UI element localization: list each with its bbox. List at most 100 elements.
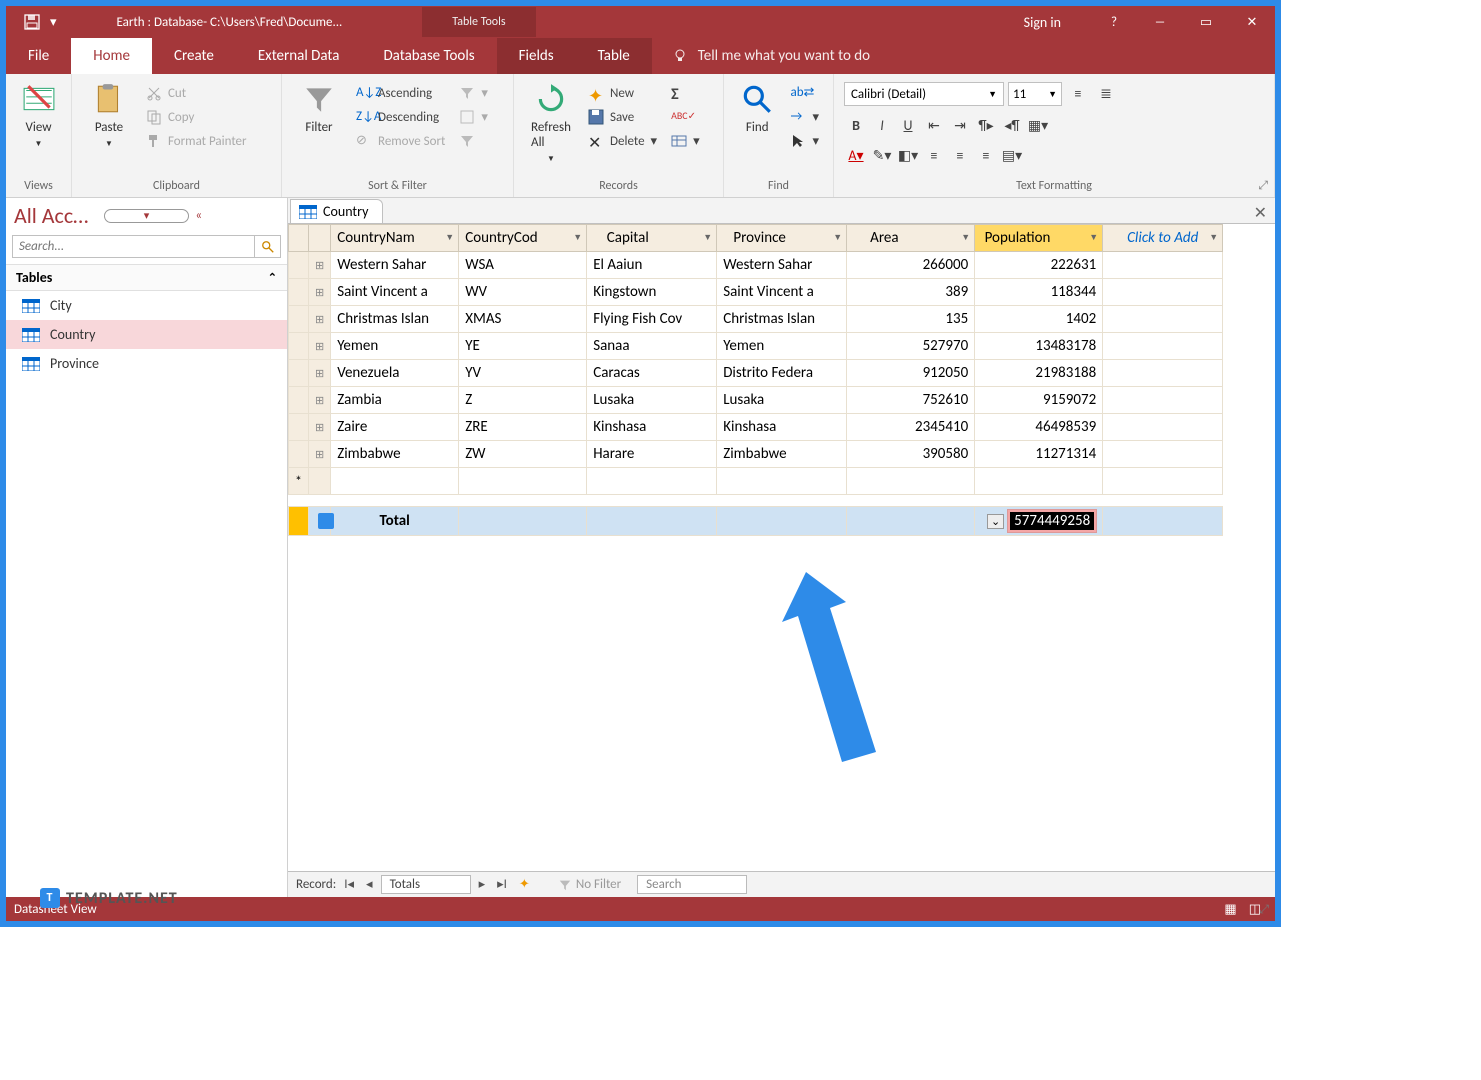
minimize-button[interactable]: ― — [1137, 6, 1183, 38]
totals-row[interactable]: Total⌄5774449258 — [289, 507, 1223, 536]
table-row[interactable]: ⊞YemenYESanaaYemen52797013483178 — [289, 333, 1223, 360]
fill-color-button[interactable]: ◧▾ — [896, 144, 920, 166]
refresh-all-button[interactable]: Refresh All▼ — [524, 78, 578, 164]
close-button[interactable]: ✕ — [1229, 6, 1275, 38]
tab-fields[interactable]: Fields — [497, 38, 576, 74]
filter-indicator[interactable]: No Filter — [558, 877, 621, 892]
table-row[interactable]: ⊞Western SaharWSAEl AaiunWestern Sahar26… — [289, 252, 1223, 279]
col-province[interactable]: Province▼ — [717, 225, 847, 252]
font-size-select[interactable]: 11▼ — [1008, 82, 1062, 106]
format-painter-button[interactable]: Format Painter — [142, 130, 251, 152]
bullets-icon[interactable]: ≡ — [1066, 82, 1090, 104]
new-record-button[interactable]: ✦New — [584, 82, 661, 104]
tab-database-tools[interactable]: Database Tools — [361, 38, 496, 74]
align-left-icon[interactable]: ≡ — [922, 144, 946, 166]
nav-item-country[interactable]: Country — [6, 320, 287, 349]
col-population[interactable]: Population▼ — [975, 225, 1103, 252]
tab-file[interactable]: File — [6, 38, 71, 74]
nav-title[interactable]: All Access Obje... — [14, 202, 98, 229]
tell-me-search[interactable]: Tell me what you want to do — [652, 38, 870, 74]
copy-button[interactable]: Copy — [142, 106, 251, 128]
sort-asc-button[interactable]: A↓ZAscending — [352, 82, 449, 104]
goto-button[interactable]: →▾ — [786, 106, 823, 128]
last-record-button[interactable]: ▸I — [493, 877, 511, 892]
close-tab-icon[interactable]: ✕ — [1246, 203, 1275, 223]
delete-record-button[interactable]: ✕Delete ▾ — [584, 130, 661, 152]
nav-dropdown-icon[interactable]: ▾ — [104, 209, 190, 223]
filter-button[interactable]: Filter — [292, 78, 346, 135]
next-record-button[interactable]: ▸ — [475, 877, 490, 892]
table-row[interactable]: ⊞Christmas IslanXMASFlying Fish CovChris… — [289, 306, 1223, 333]
table-row[interactable]: ⊞ZimbabweZWHarareZimbabwe39058011271314 — [289, 441, 1223, 468]
replace-button[interactable]: ab⇄ — [786, 82, 823, 104]
alt-row-icon[interactable]: ▤▾ — [1000, 144, 1024, 166]
data-table[interactable]: CountryNam▼ CountryCod▼ Capital▼ Provinc… — [288, 224, 1223, 536]
paste-button[interactable]: Paste▼ — [82, 78, 136, 149]
ribbon: View▼ Views Paste▼ Cut Copy Format Paint… — [6, 74, 1275, 198]
nav-collapse-icon[interactable]: « — [195, 208, 279, 223]
record-search-input[interactable]: Search — [637, 875, 747, 894]
save-record-button[interactable]: Save — [584, 106, 661, 128]
select-button[interactable]: ▾ — [786, 130, 823, 152]
save-icon[interactable] — [24, 14, 40, 30]
gridlines-icon[interactable]: ▦▾ — [1026, 114, 1050, 136]
numbering-icon[interactable]: ≣ — [1094, 82, 1118, 104]
new-record-nav-button[interactable]: ✦ — [515, 877, 534, 892]
tab-home[interactable]: Home — [71, 38, 152, 74]
table-row[interactable]: ⊞VenezuelaYVCaracasDistrito Federa912050… — [289, 360, 1223, 387]
signin-link[interactable]: Sign in — [994, 14, 1091, 31]
nav-item-city[interactable]: City — [6, 291, 287, 320]
spelling-button[interactable]: ABC✓ — [667, 106, 704, 128]
toggle-filter-icon[interactable] — [455, 130, 492, 152]
table-row[interactable]: ⊞ZaireZREKinshasaKinshasa234541046498539 — [289, 414, 1223, 441]
nav-item-province[interactable]: Province — [6, 349, 287, 378]
maximize-button[interactable]: ▭ — [1183, 6, 1229, 38]
nav-group-tables[interactable]: Tables ⌃ — [6, 264, 287, 291]
highlight-button[interactable]: ✎▾ — [870, 144, 894, 166]
col-area[interactable]: Area▼ — [847, 225, 975, 252]
clipboard-launcher-icon[interactable]: ⤢ — [1259, 903, 1269, 917]
table-icon — [299, 205, 317, 219]
new-record-row[interactable]: * — [289, 468, 1223, 495]
tab-external-data[interactable]: External Data — [236, 38, 362, 74]
nav-search-button[interactable] — [255, 235, 281, 258]
bold-button[interactable]: B — [844, 114, 868, 136]
col-countrycode[interactable]: CountryCod▼ — [459, 225, 587, 252]
document-tab-country[interactable]: Country — [290, 199, 383, 223]
first-record-button[interactable]: I◂ — [340, 877, 358, 892]
rtl-icon[interactable]: ◂¶ — [1000, 114, 1024, 136]
align-right-icon[interactable]: ≡ — [974, 144, 998, 166]
col-add[interactable]: Click to Add▼ — [1103, 225, 1223, 252]
help-button[interactable]: ? — [1091, 6, 1137, 38]
font-name-select[interactable]: Calibri (Detail)▼ — [844, 82, 1004, 106]
tab-create[interactable]: Create — [152, 38, 236, 74]
sort-desc-button[interactable]: Z↓ADescending — [352, 106, 449, 128]
remove-sort-button[interactable]: ⊘Remove Sort — [352, 130, 449, 152]
indent-left-icon[interactable]: ⇤ — [922, 114, 946, 136]
table-row[interactable]: ⊞Saint Vincent aWVKingstownSaint Vincent… — [289, 279, 1223, 306]
italic-button[interactable]: I — [870, 114, 894, 136]
font-color-button[interactable]: A▾ — [844, 144, 868, 166]
collapse-icon: ⌃ — [268, 271, 277, 284]
tab-table[interactable]: Table — [576, 38, 652, 74]
view-button[interactable]: View▼ — [16, 78, 61, 149]
prev-record-button[interactable]: ◂ — [362, 877, 377, 892]
record-position-input[interactable]: Totals — [381, 875, 471, 894]
textfmt-launcher-icon[interactable]: ⤢ — [1258, 179, 1268, 193]
find-button[interactable]: Find — [734, 78, 780, 135]
advanced-filter-icon[interactable]: ▾ — [455, 106, 492, 128]
underline-button[interactable]: U — [896, 114, 920, 136]
indent-right-icon[interactable]: ⇥ — [948, 114, 972, 136]
align-center-icon[interactable]: ≡ — [948, 144, 972, 166]
ltr-icon[interactable]: ¶▸ — [974, 114, 998, 136]
more-records-button[interactable]: ▾ — [667, 130, 704, 152]
selection-filter-icon[interactable]: ▾ — [455, 82, 492, 104]
col-capital[interactable]: Capital▼ — [587, 225, 717, 252]
cut-button[interactable]: Cut — [142, 82, 251, 104]
table-row[interactable]: ⊞ZambiaZLusakaLusaka7526109159072 — [289, 387, 1223, 414]
totals-button[interactable]: Σ — [667, 82, 704, 104]
qat-dropdown-icon[interactable]: ▾ — [50, 15, 57, 30]
col-countryname[interactable]: CountryNam▼ — [331, 225, 459, 252]
nav-search-input[interactable] — [12, 235, 255, 258]
view-datasheet-icon[interactable]: ▦ — [1218, 902, 1242, 917]
